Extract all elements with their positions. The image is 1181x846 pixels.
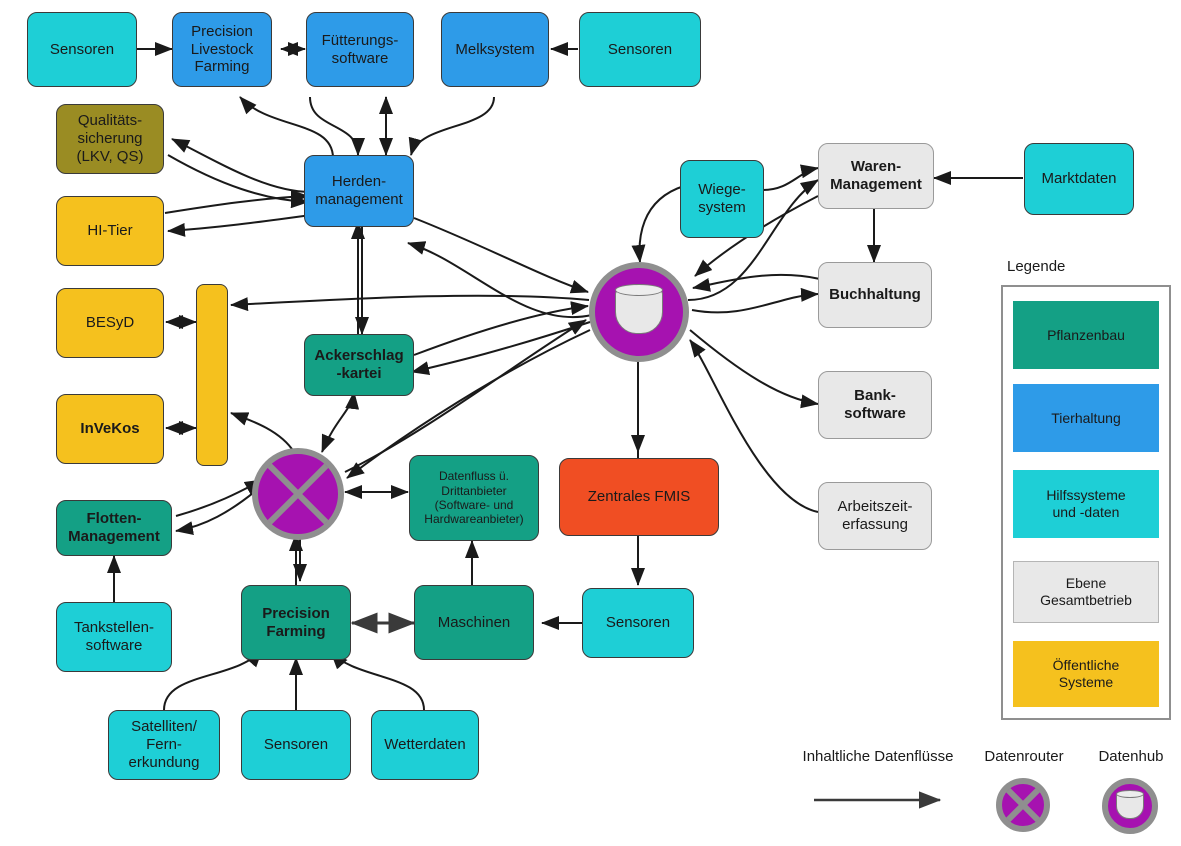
node-label: Datenfluss ü. Drittanbieter (Software- und… xyxy=(424,469,524,527)
node-hi-tier[interactable]: HI-Tier xyxy=(56,196,164,266)
legend-item-tierhaltung: Tierhaltung xyxy=(1013,384,1159,452)
node-label: Tankstellen-software xyxy=(73,619,155,654)
node-zentrales-fmis[interactable]: Zentrales FMIS xyxy=(559,458,719,536)
node-invekos[interactable]: InVeKos xyxy=(56,394,164,464)
node-label: HI-Tier xyxy=(87,222,133,240)
node-label: Arbeitszeit-erfassung xyxy=(837,498,913,533)
node-wetterdaten[interactable]: Wetterdaten xyxy=(371,710,479,780)
node-label: Sensoren xyxy=(607,40,673,58)
node-melksystem[interactable]: Melksystem xyxy=(441,12,549,87)
node-qualitaetssicherung[interactable]: Qualitäts-sicherung (LKV, QS) xyxy=(56,104,164,174)
node-herdenmanagement[interactable]: Herden-management xyxy=(304,155,414,227)
node-label: Marktdaten xyxy=(1041,170,1117,188)
node-label: Maschinen xyxy=(437,613,511,631)
node-label: Ackerschlag -kartei xyxy=(314,347,404,382)
node-marktdaten[interactable]: Marktdaten xyxy=(1024,143,1134,215)
legend-title: Legende xyxy=(1007,258,1066,275)
node-label: Flotten- Management xyxy=(68,510,160,545)
node-label: Herden-management xyxy=(315,173,403,208)
legend-item-label: Öffentliche Systeme xyxy=(1052,657,1120,690)
node-label: Sensoren xyxy=(263,736,329,754)
node-precision-farming[interactable]: Precision Farming xyxy=(241,585,351,660)
node-label: Precision Livestock Farming xyxy=(190,22,254,76)
legend-item-label: Pflanzenbau xyxy=(1047,326,1125,343)
legend-item-label: Ebene Gesamtbetrieb xyxy=(1040,575,1132,608)
footer-datenrouter-label: Datenrouter xyxy=(984,748,1064,765)
database-cylinder-icon xyxy=(1116,790,1144,819)
node-label: Sensoren xyxy=(49,40,115,58)
node-label: Melksystem xyxy=(455,40,535,58)
node-sensoren-top-left[interactable]: Sensoren xyxy=(27,12,137,87)
node-fuetterungssoftware[interactable]: Fütterungs-software xyxy=(306,12,414,87)
node-label: Zentrales FMIS xyxy=(587,488,691,506)
node-sensoren-bottom-2[interactable]: Sensoren xyxy=(582,588,694,658)
diagram-canvas: Sensoren Precision Livestock Farming Fütte… xyxy=(0,0,1181,846)
node-label: BESyD xyxy=(85,314,135,332)
node-label: Bank-software xyxy=(844,387,906,422)
node-label: Qualitäts-sicherung (LKV, QS) xyxy=(76,112,144,165)
node-buchhaltung[interactable]: Buchhaltung xyxy=(818,262,932,328)
footer-datenrouter-icon xyxy=(996,778,1050,832)
node-label: Wiege-system xyxy=(698,181,746,216)
node-flotten-management[interactable]: Flotten- Management xyxy=(56,500,172,556)
database-cylinder-top xyxy=(1116,790,1144,798)
legend-item-pflanzenbau: Pflanzenbau xyxy=(1013,301,1159,369)
node-label: InVeKos xyxy=(80,420,140,438)
datenhub-icon[interactable] xyxy=(589,262,689,362)
node-arbeitszeiterfassung[interactable]: Arbeitszeit-erfassung xyxy=(818,482,932,550)
node-label: Satelliten/Fern-erkundung xyxy=(128,718,200,771)
node-maschinen[interactable]: Maschinen xyxy=(414,585,534,660)
node-public-systems-bar[interactable] xyxy=(196,284,228,466)
footer-datenhub-label: Datenhub xyxy=(1098,748,1164,765)
footer-datenhub-icon xyxy=(1102,778,1158,834)
node-sensoren-top-right[interactable]: Sensoren xyxy=(579,12,701,87)
database-cylinder-top xyxy=(615,284,663,296)
legend-item-hilfssysteme: Hilfssysteme und -daten xyxy=(1013,470,1159,538)
legend-item-label: Tierhaltung xyxy=(1051,409,1121,426)
node-satelliten-fernerkundung[interactable]: Satelliten/Fern-erkundung xyxy=(108,710,220,780)
node-label: Precision Farming xyxy=(262,604,330,640)
node-tankstellensoftware[interactable]: Tankstellen-software xyxy=(56,602,172,672)
node-label: Wetterdaten xyxy=(384,736,466,754)
node-banksoftware[interactable]: Bank-software xyxy=(818,371,932,439)
node-label: Waren- Management xyxy=(830,158,922,193)
node-wiegesystem[interactable]: Wiege-system xyxy=(680,160,764,238)
node-besyd[interactable]: BESyD xyxy=(56,288,164,358)
database-cylinder-icon xyxy=(615,284,663,334)
node-waren-management[interactable]: Waren- Management xyxy=(818,143,934,209)
legend-item-label: Hilfssysteme und -daten xyxy=(1046,487,1126,520)
arrow-icon xyxy=(814,791,942,809)
footer-dataflow-label: Inhaltliche Datenflüsse xyxy=(802,748,954,765)
datenrouter-icon[interactable] xyxy=(252,448,344,540)
node-label: Fütterungs-software xyxy=(321,31,399,67)
legend-item-ebene-gesamtbetrieb: Ebene Gesamtbetrieb xyxy=(1013,561,1159,623)
node-label: Buchhaltung xyxy=(829,286,921,304)
node-label: Sensoren xyxy=(605,614,671,632)
node-sensoren-bottom-1[interactable]: Sensoren xyxy=(241,710,351,780)
node-datenfluss-drittanbieter[interactable]: Datenfluss ü. Drittanbieter (Software- und… xyxy=(409,455,539,541)
node-ackerschlagkartei[interactable]: Ackerschlag -kartei xyxy=(304,334,414,396)
legend-item-oeffentliche-systeme: Öffentliche Systeme xyxy=(1013,641,1159,707)
node-precision-livestock-farming[interactable]: Precision Livestock Farming xyxy=(172,12,272,87)
